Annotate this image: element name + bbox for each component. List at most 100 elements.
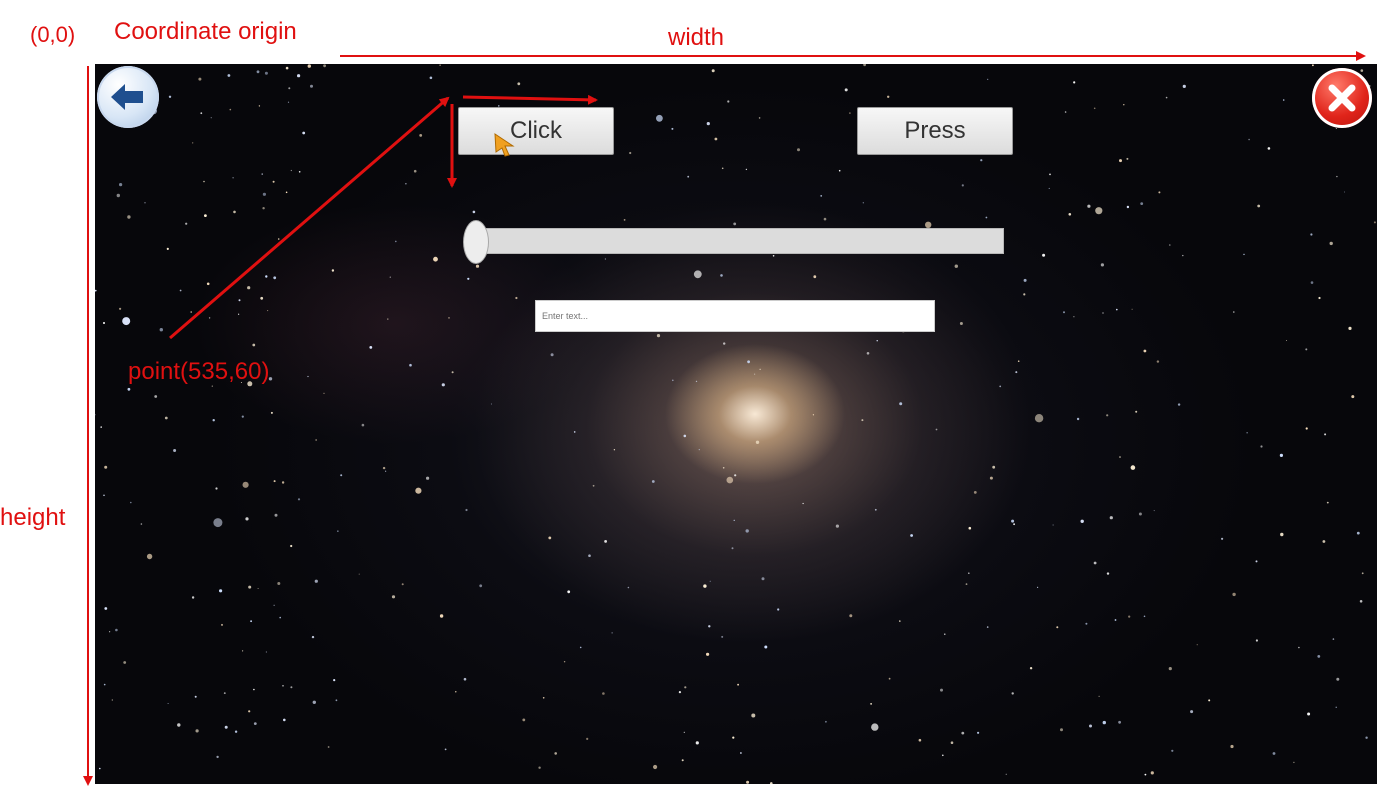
- star: [548, 536, 552, 540]
- star: [401, 583, 404, 586]
- star: [1093, 107, 1096, 110]
- star: [954, 264, 958, 268]
- press-button[interactable]: Press: [857, 107, 1013, 155]
- star: [592, 484, 595, 487]
- star: [1095, 207, 1103, 215]
- star: [327, 746, 330, 748]
- star: [297, 498, 301, 501]
- slider-thumb[interactable]: [463, 220, 489, 264]
- star: [177, 723, 181, 727]
- star: [727, 100, 730, 103]
- star: [1158, 191, 1161, 194]
- back-arrow-icon: [111, 84, 143, 110]
- star: [695, 380, 698, 383]
- star: [770, 782, 773, 784]
- star: [888, 677, 891, 680]
- star: [961, 731, 965, 735]
- star: [844, 88, 848, 92]
- star: [1221, 537, 1224, 540]
- star: [709, 580, 711, 582]
- star: [333, 679, 336, 682]
- star: [986, 626, 989, 628]
- star: [538, 766, 541, 769]
- star: [721, 167, 724, 170]
- star: [232, 177, 234, 179]
- star: [451, 371, 454, 374]
- star: [1102, 720, 1106, 725]
- star: [103, 494, 105, 497]
- star: [1140, 202, 1144, 206]
- star: [173, 449, 177, 452]
- star: [678, 691, 682, 694]
- star: [1196, 644, 1198, 646]
- star: [1310, 281, 1314, 284]
- star: [385, 470, 387, 472]
- star: [1373, 221, 1376, 224]
- star: [733, 519, 735, 521]
- star: [693, 270, 702, 279]
- star: [472, 210, 476, 214]
- star: [813, 275, 817, 279]
- star: [1282, 99, 1285, 101]
- star: [1144, 773, 1147, 776]
- star: [159, 328, 163, 332]
- star: [1293, 761, 1295, 764]
- star: [1064, 111, 1067, 113]
- star: [179, 289, 182, 292]
- star: [238, 313, 240, 315]
- star: [989, 476, 993, 480]
- star: [391, 595, 396, 599]
- height-label: height: [0, 504, 66, 531]
- star: [721, 635, 724, 638]
- star: [166, 247, 169, 250]
- star: [1052, 524, 1054, 526]
- star: [242, 481, 249, 488]
- star: [746, 780, 750, 784]
- star: [1126, 157, 1129, 160]
- star: [1011, 692, 1014, 695]
- star: [695, 741, 699, 745]
- star: [146, 553, 153, 560]
- star: [684, 686, 687, 689]
- star: [247, 286, 251, 290]
- star: [1098, 695, 1100, 698]
- star: [1310, 233, 1313, 236]
- star: [1102, 312, 1104, 314]
- star: [980, 159, 983, 162]
- star: [918, 738, 922, 742]
- star: [1255, 639, 1258, 642]
- click-button[interactable]: Click: [458, 107, 614, 155]
- star: [302, 131, 306, 135]
- close-button[interactable]: [1312, 68, 1372, 128]
- star: [1318, 296, 1321, 300]
- text-input[interactable]: [535, 300, 935, 332]
- star: [1119, 456, 1121, 458]
- star: [1126, 205, 1130, 209]
- star: [1233, 311, 1235, 313]
- star: [203, 180, 205, 183]
- star: [812, 414, 815, 416]
- star: [797, 148, 800, 152]
- star: [490, 403, 492, 405]
- star: [192, 142, 194, 144]
- star: [1068, 213, 1072, 216]
- star: [1109, 516, 1113, 520]
- star: [910, 534, 913, 537]
- star: [1087, 204, 1091, 208]
- back-button[interactable]: [97, 66, 159, 128]
- star: [331, 269, 335, 272]
- star: [1169, 244, 1171, 246]
- star: [248, 585, 252, 589]
- star: [441, 383, 445, 387]
- star: [866, 352, 870, 355]
- star: [726, 476, 734, 484]
- star: [279, 616, 281, 619]
- star: [708, 625, 711, 628]
- star: [1280, 532, 1284, 537]
- star: [274, 513, 278, 517]
- star: [127, 387, 131, 391]
- star: [314, 579, 318, 583]
- star: [1208, 699, 1211, 702]
- slider-track[interactable]: [472, 228, 1004, 254]
- star: [899, 402, 903, 406]
